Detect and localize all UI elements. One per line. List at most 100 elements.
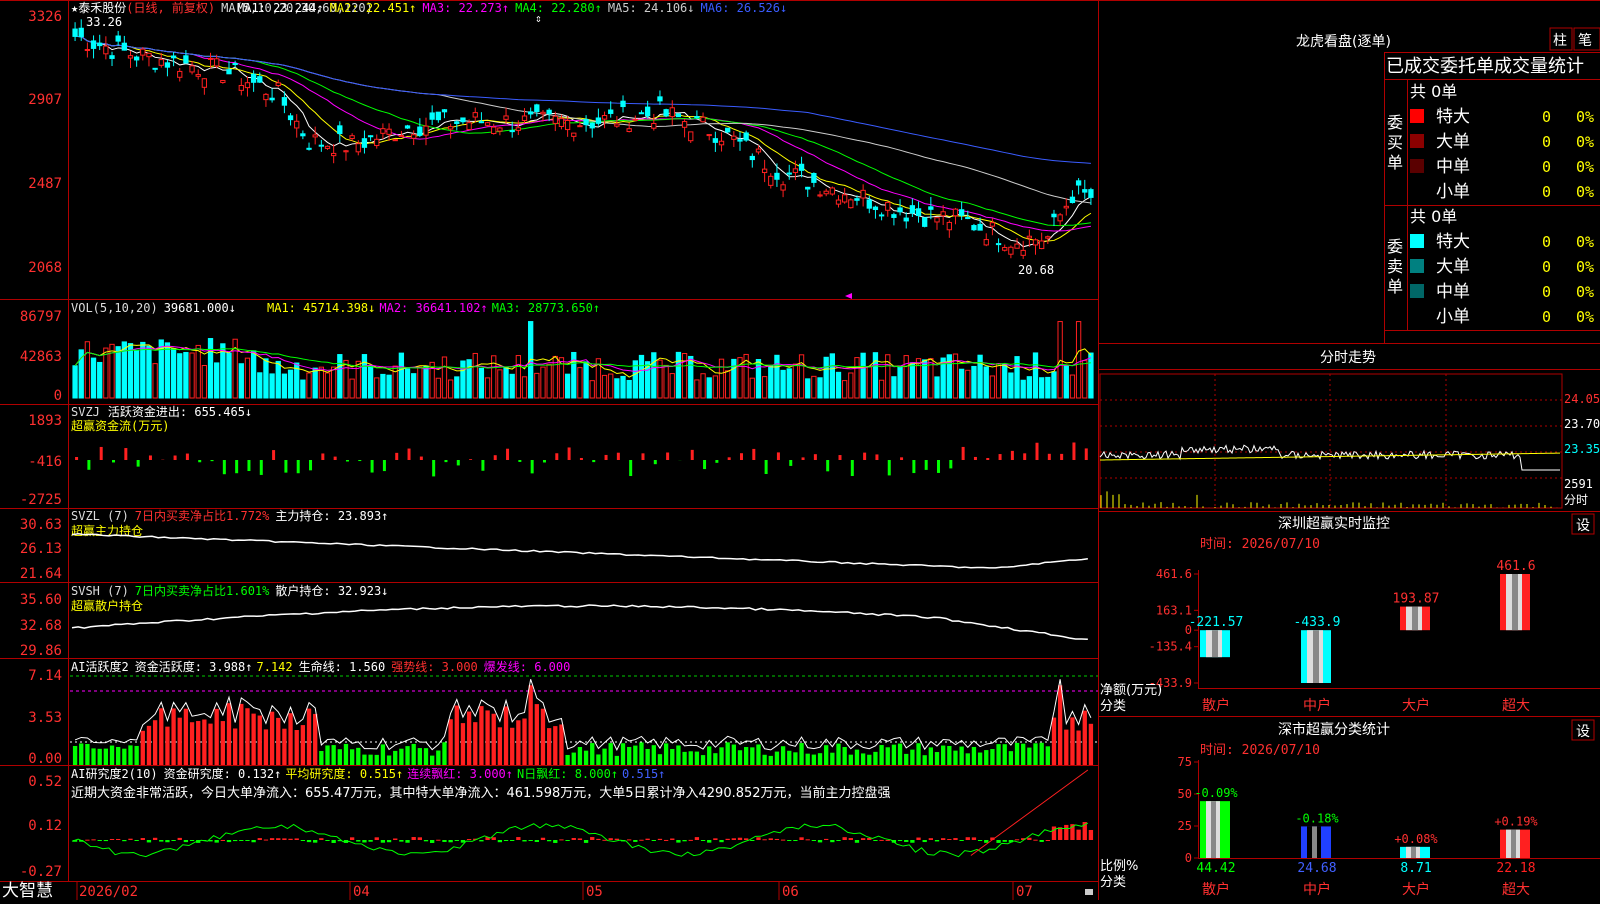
ai-research-bar (861, 838, 865, 840)
svzj-bar (321, 453, 324, 460)
ai-active-bar (448, 719, 452, 765)
svzj-bar (1023, 453, 1026, 460)
ai-research-bar (128, 839, 132, 840)
price-tick: 2487 (28, 176, 62, 192)
volume-bar (972, 366, 976, 398)
ma-label: MA2: 22.451↑ (330, 1, 417, 15)
candle-body (590, 123, 594, 128)
volume-bar (1003, 364, 1007, 398)
candle-body (1046, 237, 1050, 238)
candle-body (430, 113, 434, 119)
ai-research-bar (171, 840, 175, 841)
svsh-panel: 35.60 32.68 29.86 SVSH (7)7日内买卖净占比1.601%… (20, 583, 1088, 659)
svzj-header: SVZJ (71, 405, 100, 419)
candle-body (153, 68, 157, 69)
ai-active-bar (578, 747, 582, 765)
volume-bar (368, 366, 372, 398)
svzj-bar (777, 452, 780, 460)
monitor-side-label: 净额(万元) (1100, 683, 1162, 698)
candle-body (707, 135, 711, 136)
ai-research-bar (836, 840, 840, 841)
svzj-bar (592, 460, 595, 462)
intraday-price-line (1100, 445, 1560, 470)
ai-research-bar (732, 838, 736, 840)
candle-body (264, 94, 268, 99)
candle-body (873, 207, 877, 209)
ai-active-tick: 0.00 (28, 751, 62, 767)
ai-research-bar (412, 837, 416, 840)
classify-title: 深市超赢分类统计 (1278, 721, 1390, 738)
svzj-bar (851, 460, 854, 476)
candle-body (165, 63, 169, 67)
candle-body (178, 71, 182, 77)
ai-research-bar (1076, 830, 1080, 840)
classify-top-label: -0.18% (1295, 811, 1339, 825)
volume-bar (732, 359, 736, 398)
volume-bar (412, 374, 416, 398)
ai-active-bar (775, 752, 779, 765)
svzj-bar (789, 460, 792, 466)
volume-value: 39681.000↓ (164, 301, 236, 315)
svzj-bar (235, 460, 238, 473)
ai-research-bar (190, 840, 194, 841)
order-percent: 0% (1576, 308, 1594, 326)
volume-bar (516, 356, 520, 398)
candle-body (375, 139, 379, 145)
candle-body (128, 56, 132, 58)
x-axis: 大智慧 2026/02 04 05 06 07 (2, 881, 1093, 900)
monitor-bar (1301, 630, 1331, 683)
candle-body (676, 114, 680, 117)
volume-bar (387, 375, 391, 398)
stock-chart[interactable]: 3326 2907 2487 2068 ★泰禾股份(日线, 前复权)MA(5,1… (0, 0, 1600, 900)
volume-bar (689, 356, 693, 398)
ai-research-bar (510, 840, 514, 841)
candle-body (984, 240, 988, 245)
candle-body (245, 83, 249, 88)
ai-active-bar (762, 755, 766, 765)
monitor-panel: 深圳超赢实时监控 设 时间: 2026/07/10 461.6163.10-13… (1100, 514, 1600, 714)
ai-active-bar (1064, 730, 1068, 765)
candle-body (578, 126, 582, 127)
candle-body (775, 173, 779, 179)
candle-body (849, 200, 853, 208)
svzj-bar (334, 457, 337, 460)
svsh-header: SVSH (7) (71, 584, 129, 598)
volume-bar (473, 353, 477, 398)
volume-bar (775, 355, 779, 398)
ai-active-bar (442, 742, 446, 765)
ai-research-bar (750, 840, 754, 841)
ai-active-bar (732, 745, 736, 765)
candle-body (1064, 206, 1068, 208)
ai-research-bar (387, 840, 391, 842)
ai-active-bar (381, 744, 385, 765)
volume-bar (873, 353, 877, 398)
monitor-settings-label: 设 (1576, 518, 1590, 534)
svzj-tick: -2725 (20, 492, 62, 508)
svzj-bar (728, 457, 731, 460)
lock-icon (1085, 889, 1093, 895)
candle-body (553, 116, 557, 123)
volume-bar (1052, 372, 1056, 398)
candle-body (682, 122, 686, 128)
volume-bar (676, 352, 680, 398)
candle-body (645, 107, 649, 116)
candle-body (855, 199, 859, 201)
ai-active-bar (959, 747, 963, 765)
svzj-panel: 1893 -416 -2725 SVZJ活跃资金进出: 655.465↓ 超赢资… (20, 404, 1088, 508)
ai-active-bar (861, 753, 865, 765)
monitor-axis-label: 461.6 (1156, 567, 1192, 581)
ai-active-bar (904, 754, 908, 765)
ai-active-bar (541, 709, 545, 765)
ai-research-bar (85, 840, 89, 841)
classify-settings-label: 设 (1576, 724, 1590, 740)
ai-active-bar (812, 755, 816, 765)
ai-research-bar (165, 840, 169, 842)
volume-ma-label: MA3: 28773.650↑ (492, 301, 600, 315)
svzj-bar (481, 460, 484, 471)
candle-body (812, 173, 816, 182)
ai-active-bar (307, 709, 311, 765)
ai-research-bar (134, 840, 138, 841)
volume-bar (227, 353, 231, 398)
classify-bottom-label: 22.18 (1496, 861, 1535, 876)
candle-body (732, 136, 736, 139)
